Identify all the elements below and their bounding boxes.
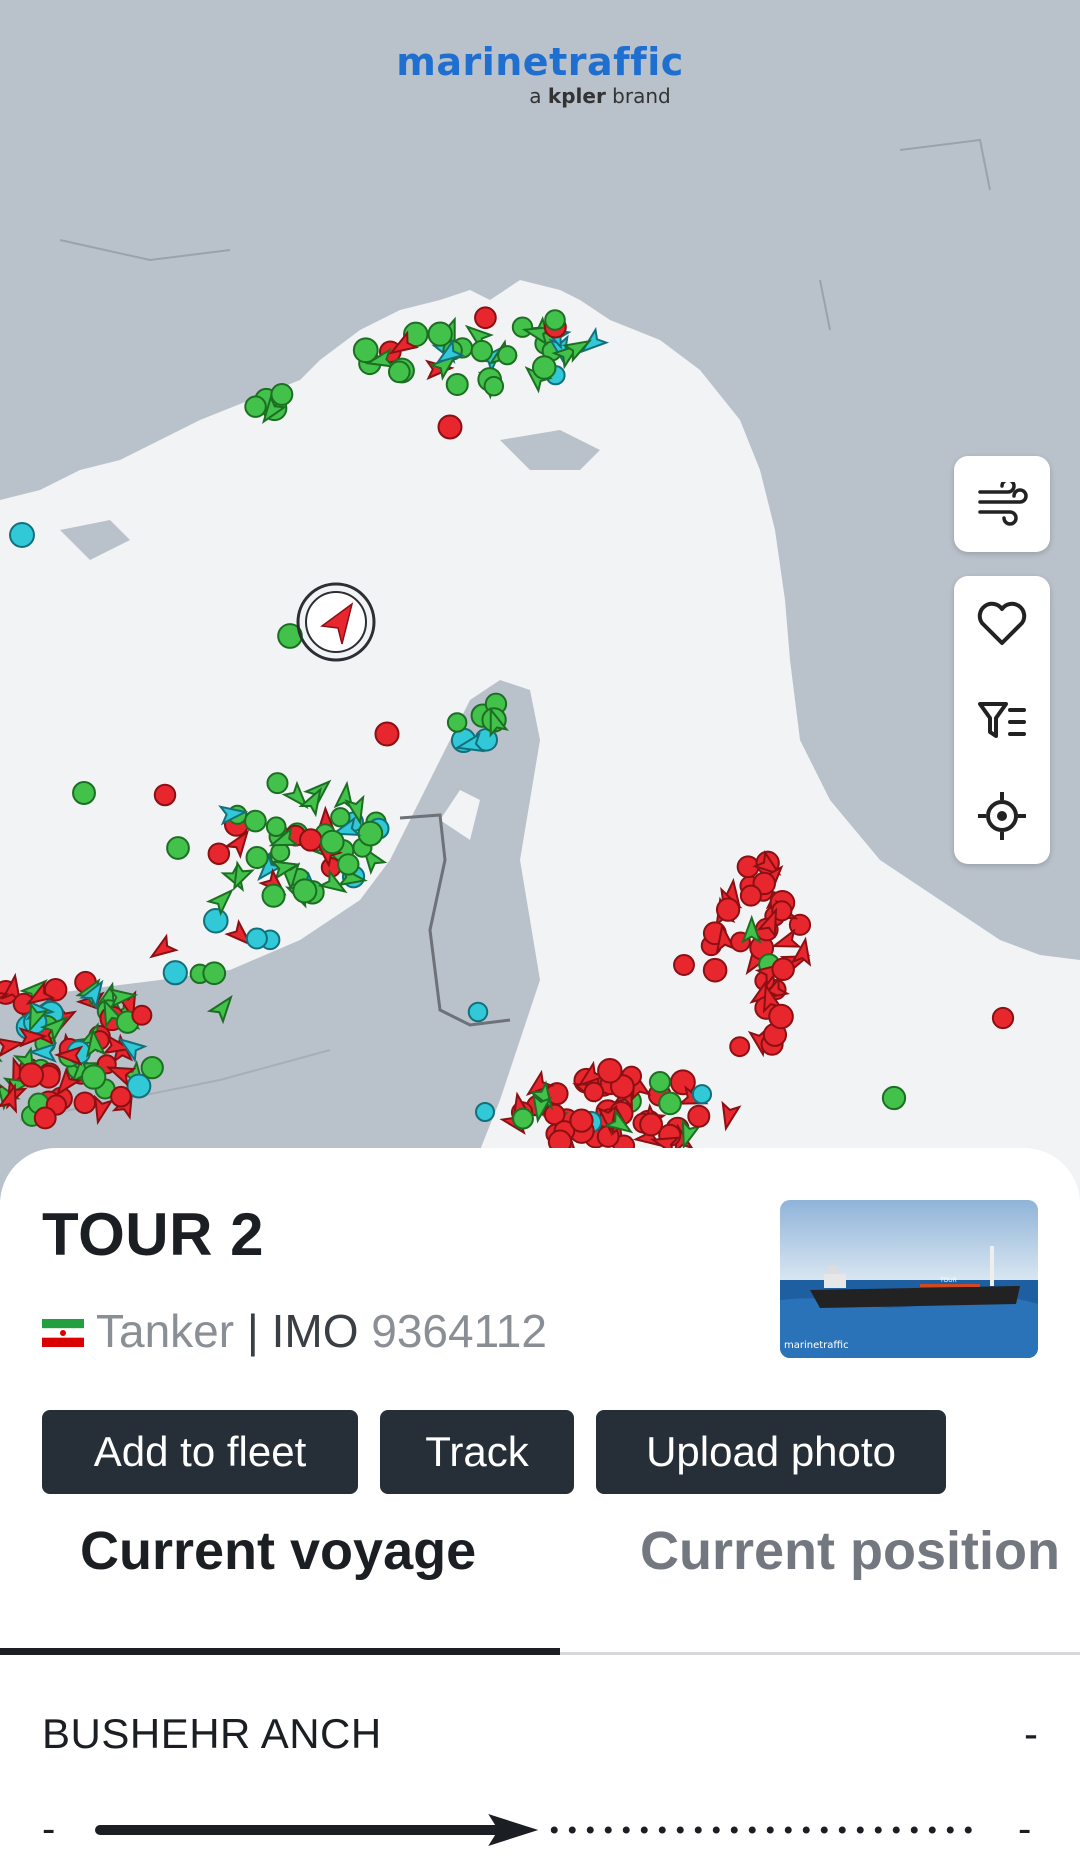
filter-icon[interactable] bbox=[954, 672, 1050, 768]
vessel-marker[interactable] bbox=[72, 781, 96, 805]
vessel-type: Tanker bbox=[96, 1305, 235, 1357]
heart-icon[interactable] bbox=[954, 576, 1050, 672]
track-button[interactable]: Track bbox=[380, 1410, 574, 1494]
progress-remaining bbox=[550, 1826, 972, 1834]
vessel-marker[interactable] bbox=[715, 897, 741, 922]
vessel-marker[interactable] bbox=[352, 337, 379, 364]
tab-current-position[interactable]: Current position bbox=[640, 1520, 1060, 1582]
vessel-photo-ship-label: TOUR bbox=[940, 1278, 958, 1284]
vessel-marker[interactable] bbox=[648, 1071, 671, 1094]
wind-icon[interactable] bbox=[954, 456, 1050, 552]
vessel-marker[interactable] bbox=[474, 1101, 496, 1123]
tab-current-voyage[interactable]: Current voyage bbox=[80, 1520, 476, 1582]
vessel-marker[interactable] bbox=[597, 1057, 623, 1084]
vessel-marker[interactable] bbox=[702, 957, 728, 983]
vessel-marker[interactable] bbox=[81, 1064, 107, 1090]
vessel-marker[interactable] bbox=[244, 809, 267, 833]
vessel-marker[interactable] bbox=[729, 1036, 751, 1058]
vessel-marker[interactable] bbox=[470, 339, 494, 363]
vessel-marker[interactable] bbox=[658, 1091, 682, 1116]
vessel-marker[interactable] bbox=[531, 355, 557, 380]
vessel-marker[interactable] bbox=[544, 309, 566, 331]
vessel-marker[interactable] bbox=[140, 1056, 164, 1080]
vessel-marker[interactable] bbox=[991, 1006, 1015, 1030]
vessel-type-line: Tanker | IMO 9364112 bbox=[42, 1304, 547, 1358]
vessel-marker[interactable] bbox=[687, 1104, 711, 1128]
vessel-marker[interactable] bbox=[244, 395, 267, 418]
vessel-name: TOUR 2 bbox=[42, 1201, 264, 1268]
vessel-marker[interactable] bbox=[33, 1106, 57, 1130]
vessel-marker[interactable] bbox=[467, 1001, 489, 1023]
vessel-marker[interactable] bbox=[270, 382, 294, 406]
vessel-marker[interactable] bbox=[583, 1081, 605, 1103]
vessel-marker[interactable] bbox=[73, 1091, 97, 1115]
vessel-marker[interactable] bbox=[110, 1085, 132, 1108]
tab-active-indicator bbox=[0, 1648, 560, 1655]
vessel-marker[interactable] bbox=[337, 853, 360, 876]
vessel-marker[interactable] bbox=[497, 345, 518, 366]
vessel-marker[interactable] bbox=[320, 829, 345, 855]
vessel-marker[interactable] bbox=[771, 957, 795, 982]
vessel-marker[interactable] bbox=[445, 373, 469, 397]
vessel-marker[interactable] bbox=[245, 927, 268, 950]
vessel-marker[interactable] bbox=[739, 884, 762, 907]
progress-end-label: - bbox=[1018, 1807, 1031, 1851]
map-tools-control bbox=[954, 576, 1050, 864]
add-to-fleet-button[interactable]: Add to fleet bbox=[42, 1410, 358, 1494]
vessel-photo[interactable]: TOUR marinetraffic bbox=[780, 1200, 1038, 1358]
departure-time: - bbox=[1024, 1710, 1038, 1757]
vessel-marker[interactable] bbox=[202, 961, 227, 986]
selected-vessel-marker[interactable] bbox=[296, 582, 376, 662]
imo-number: 9364112 bbox=[371, 1305, 547, 1357]
vessel-marker[interactable] bbox=[512, 1107, 534, 1130]
vessel-marker[interactable] bbox=[569, 1108, 594, 1133]
vessel-marker[interactable] bbox=[511, 316, 534, 338]
vessel-marker[interactable] bbox=[673, 954, 695, 976]
vessel-marker[interactable] bbox=[427, 321, 453, 347]
progress-start-label: - bbox=[42, 1807, 55, 1851]
vessel-marker[interactable] bbox=[18, 1062, 45, 1088]
vessel-marker[interactable] bbox=[881, 1085, 907, 1111]
vessel-marker[interactable] bbox=[387, 360, 411, 384]
vessel-info-panel: TOUR 2 Tanker | IMO 9364112 TOUR marinet… bbox=[0, 1148, 1080, 1876]
vessel-photo-watermark: marinetraffic bbox=[784, 1340, 849, 1351]
vessel-marker[interactable] bbox=[265, 816, 287, 837]
brand-logo: marinetraffic a kpler brand bbox=[0, 40, 1080, 108]
vessel-marker[interactable] bbox=[207, 842, 231, 865]
vessel-marker[interactable] bbox=[162, 960, 188, 986]
brand-sub: a kpler brand bbox=[529, 84, 671, 108]
upload-photo-button[interactable]: Upload photo bbox=[596, 1410, 946, 1494]
vessel-marker[interactable] bbox=[9, 522, 35, 548]
vessel-marker[interactable] bbox=[691, 1084, 713, 1105]
voyage-progress-bar: - - bbox=[42, 1807, 1031, 1851]
map-canvas[interactable] bbox=[0, 0, 1080, 1200]
separator: | bbox=[246, 1305, 259, 1357]
vessel-marker[interactable] bbox=[266, 772, 289, 795]
vessel-marker[interactable] bbox=[153, 783, 177, 807]
vessel-marker[interactable] bbox=[299, 828, 323, 852]
vessel-marker[interactable] bbox=[292, 878, 318, 904]
vessel-marker[interactable] bbox=[203, 907, 229, 934]
vessel-marker[interactable] bbox=[131, 1004, 153, 1026]
vessel-marker[interactable] bbox=[437, 414, 463, 440]
crosshair-icon[interactable] bbox=[954, 768, 1050, 864]
vessel-marker[interactable] bbox=[261, 883, 286, 908]
vessel-marker[interactable] bbox=[474, 306, 497, 330]
iran-flag-icon bbox=[42, 1319, 84, 1347]
vessel-marker[interactable] bbox=[374, 721, 400, 747]
vessel-marker[interactable] bbox=[166, 836, 190, 860]
vessel-marker[interactable] bbox=[669, 1069, 696, 1096]
vessel-marker[interactable] bbox=[446, 712, 468, 733]
vessel-marker[interactable] bbox=[245, 845, 269, 870]
brand-name: marinetraffic bbox=[396, 40, 684, 84]
vessel-marker[interactable] bbox=[483, 375, 505, 397]
imo-label: IMO bbox=[271, 1305, 359, 1357]
departure-port: BUSHEHR ANCH bbox=[42, 1710, 382, 1757]
vessel-marker[interactable] bbox=[639, 1112, 664, 1137]
vessel-marker[interactable] bbox=[357, 820, 384, 847]
weather-control[interactable] bbox=[954, 456, 1050, 552]
vessel-marker[interactable] bbox=[768, 1003, 794, 1030]
